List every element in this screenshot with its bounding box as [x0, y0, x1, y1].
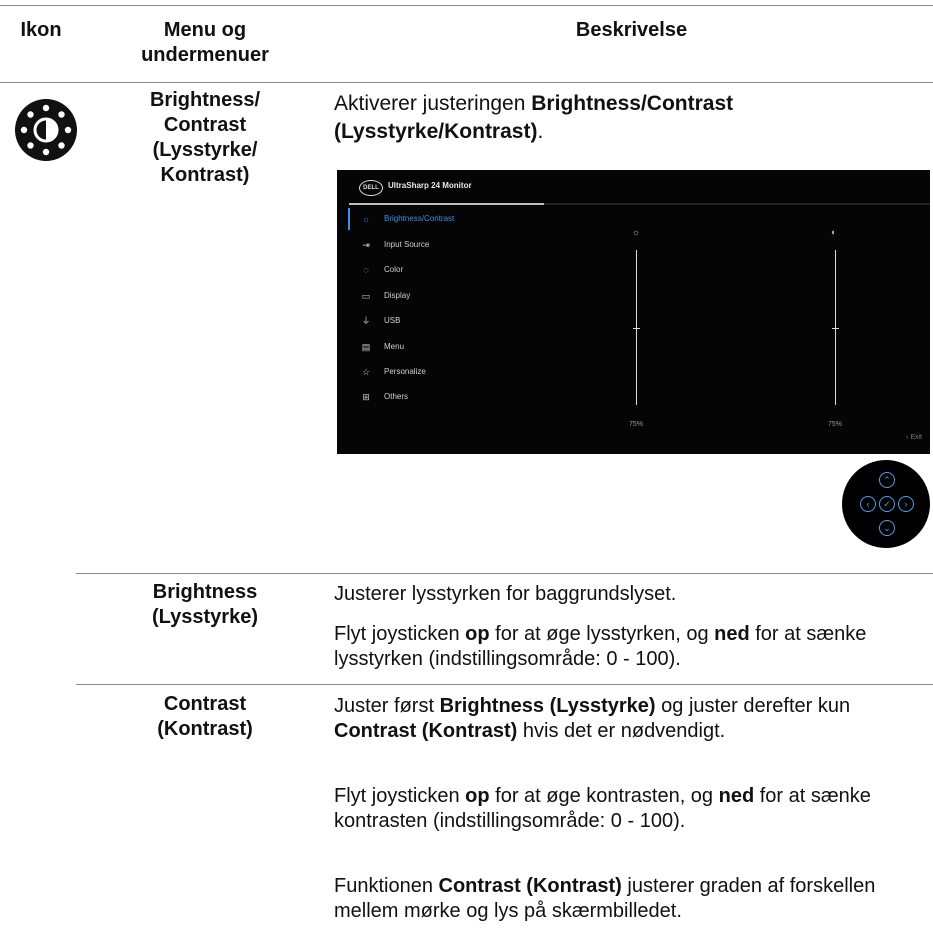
header-icon: Ikon [20, 19, 62, 41]
joystick-select-icon: ✓ [879, 496, 895, 512]
header-description: Beskrivelse [575, 19, 688, 41]
exit-label: Exit [910, 434, 922, 441]
osd-item-input-source[interactable]: ⇥ Input Source [351, 233, 551, 257]
dell-logo: DELL [359, 180, 383, 196]
brightness-contrast-icon [15, 99, 77, 161]
table-top-rule [0, 5, 933, 6]
usb-icon: ⏚ [361, 316, 371, 326]
row2-description-2: Flyt joysticken op for at øge lysstyrken… [334, 623, 867, 670]
row1-description: Aktiverer justeringen Brightness/Contras… [334, 92, 734, 143]
joystick-left-icon: ‹ [860, 496, 876, 512]
osd-item-personalize[interactable]: ☆ Personalize [351, 360, 551, 384]
osd-item-menu[interactable]: ▤ Menu [351, 335, 551, 359]
osd-item-label: Color [384, 265, 404, 274]
osd-title: UltraSharp 24 Monitor [388, 181, 472, 190]
osd-item-label: Input Source [384, 240, 430, 249]
submenu-name-contrast: Contrast (Kontrast) [157, 693, 253, 740]
menu-name-brightness-contrast: Brightness/ Contrast (Lysstyrke/ Kontras… [149, 89, 261, 186]
menu-icon: ▤ [361, 342, 371, 352]
header-bottom-rule [0, 82, 933, 83]
row3-description-3: Funktionen Contrast (Kontrast) justerer … [334, 875, 876, 922]
osd-item-label: Menu [384, 342, 405, 351]
joystick-down-icon: ⌄ [879, 520, 895, 536]
brightness-value: 75% [629, 421, 644, 428]
osd-screenshot: DELL UltraSharp 24 Monitor ☼ Brightness/… [337, 170, 930, 454]
osd-item-label: Display [384, 291, 411, 300]
osd-selected-marker [348, 208, 350, 230]
joystick-diagram: ⌃ ‹ ✓ › ⌄ [842, 460, 930, 548]
others-icon: ⊞ [362, 392, 370, 402]
osd-item-display[interactable]: ▭ Display [351, 284, 551, 308]
osd-item-label: Brightness/Contrast [384, 214, 455, 223]
osd-item-color[interactable]: ◌ Color [351, 258, 551, 282]
input-icon: ⇥ [362, 240, 370, 250]
joystick-right-icon: › [898, 496, 914, 512]
osd-item-label: USB [384, 316, 401, 325]
osd-item-brightness-contrast[interactable]: ☼ Brightness/Contrast [351, 207, 551, 231]
contrast-slider-thumb[interactable] [832, 327, 839, 329]
display-icon: ▭ [361, 291, 371, 301]
row3-description-1: Juster først Brightness (Lysstyrke) og j… [334, 695, 851, 742]
osd-item-others[interactable]: ⊞ Others [351, 385, 551, 409]
palette-icon: ◌ [363, 265, 369, 275]
osd-header-highlight [349, 203, 544, 205]
osd-item-label: Personalize [384, 367, 426, 376]
submenu-name-brightness: Brightness (Lysstyrke) [152, 581, 258, 628]
header-menu: Menu og undermenuer [141, 19, 269, 66]
row2-bottom-rule [76, 684, 933, 685]
contrast-slider-icon: ◐ [831, 227, 837, 237]
brightness-slider-thumb[interactable] [633, 327, 640, 329]
sun-icon: ☼ [361, 214, 371, 224]
row2-description-1: Justerer lysstyrken for baggrundslyset. [334, 583, 677, 605]
osd-item-label: Others [384, 392, 409, 401]
joystick-up-icon: ⌃ [879, 472, 895, 488]
osd-item-usb[interactable]: ⏚ USB [351, 309, 551, 333]
star-icon: ☆ [361, 367, 371, 377]
row1-bottom-rule [76, 573, 933, 574]
osd-exit-button[interactable]: ‹ Exit [906, 434, 922, 441]
brightness-slider-sun-icon: ☼ [632, 227, 641, 237]
row3-description-2: Flyt joysticken op for at øge kontrasten… [334, 785, 871, 832]
contrast-value: 75% [828, 421, 843, 428]
